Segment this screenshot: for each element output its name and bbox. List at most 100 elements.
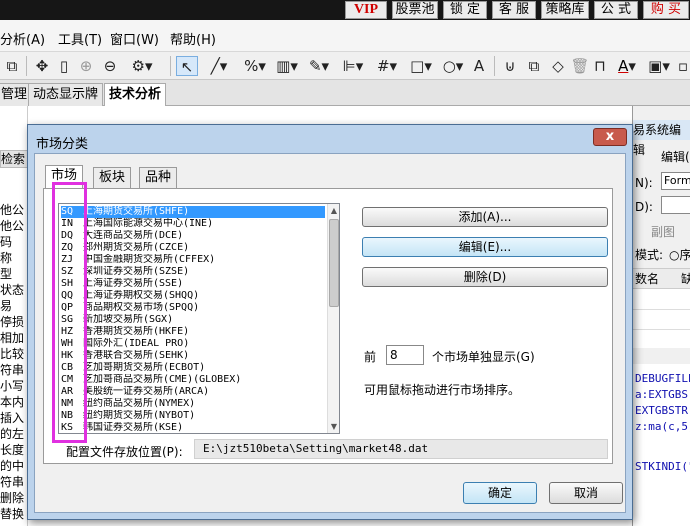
channel-tool-icon[interactable]: ⊫▾ — [340, 56, 366, 76]
magnet-icon[interactable]: ⊍ — [500, 56, 520, 76]
function-list-item[interactable]: 码 — [0, 233, 12, 250]
function-list-item[interactable]: 的左 — [0, 425, 24, 442]
scroll-up-icon[interactable]: ▲ — [328, 204, 339, 217]
bar-tool-icon[interactable]: ▥▾ — [274, 56, 300, 76]
list-item[interactable]: ZQ 郑州期货交易所(CZCE) — [61, 242, 325, 254]
list-item[interactable]: SH 上海证券交易所(SSE) — [61, 278, 325, 290]
close-button[interactable]: x — [593, 128, 627, 146]
list-item[interactable]: SG 新加坡交易所(SGX) — [61, 314, 325, 326]
lock-icon[interactable]: ⊓ — [590, 56, 610, 76]
delete-button[interactable]: 删除(D) — [362, 267, 608, 287]
list-item[interactable]: NB 纽约期货交易所(NYBOT) — [61, 410, 325, 422]
tab-dynamic-board[interactable]: 动态显示牌 — [28, 83, 104, 106]
add-button[interactable]: 添加(A)... — [362, 207, 608, 227]
scroll-thumb[interactable] — [329, 219, 339, 307]
function-list-item[interactable]: 符串 — [0, 473, 24, 490]
circle-tool-icon[interactable]: ○▾ — [440, 56, 466, 76]
menu-analysis[interactable]: 分析(A) — [0, 29, 45, 48]
list-item[interactable]: NM 纽约商品交易所(NYMEX) — [61, 398, 325, 410]
dialog-title: 市场分类 — [36, 137, 89, 152]
function-list-item[interactable]: 插入 — [0, 409, 24, 426]
list-item[interactable]: AR 美股统一证券交易所(ARCA) — [61, 386, 325, 398]
market-count-input[interactable]: 8 — [386, 345, 424, 365]
function-list-item[interactable]: 相加 — [0, 329, 24, 346]
list-item[interactable]: QQ 上海证券期权交易(SHQQ) — [61, 290, 325, 302]
function-list-item[interactable]: 型 — [0, 265, 12, 282]
tab-sector[interactable]: 板块 — [93, 167, 132, 188]
font-color-icon[interactable]: A▾ — [614, 56, 640, 76]
formula-button[interactable]: 公 式 — [594, 1, 638, 19]
function-list-item[interactable]: 他公 — [0, 201, 24, 218]
function-list-item[interactable]: 符串 — [0, 361, 24, 378]
search-tab[interactable]: 检索 — [0, 150, 28, 168]
function-list-item[interactable]: 替换 — [0, 505, 24, 522]
list-item[interactable]: HZ 香港期货交易所(HKFE) — [61, 326, 325, 338]
ruler-icon[interactable]: ▯ — [56, 56, 72, 76]
function-list-item[interactable]: 状态 — [0, 281, 24, 298]
count-prefix-label: 前 — [364, 350, 377, 364]
frame-icon[interactable]: ⧉ — [2, 56, 22, 76]
function-list-item[interactable]: 本内 — [0, 393, 24, 410]
function-list-item[interactable]: 小写 — [0, 377, 24, 394]
tab-technical-analysis[interactable]: 技术分析 — [104, 83, 167, 106]
function-list-item[interactable]: 易 — [0, 297, 12, 314]
mode-radio-option[interactable]: ○序 — [669, 246, 690, 263]
list-item[interactable]: SZ 深圳证券交易所(SZSE) — [61, 266, 325, 278]
code-line: DEBUGFILE — [635, 372, 690, 385]
more-icon[interactable]: ▫ — [676, 56, 690, 76]
list-item[interactable]: WH 国际外汇(IDEAL PRO) — [61, 338, 325, 350]
list-item[interactable]: DQ 大连商品交易所(DCE) — [61, 230, 325, 242]
count-suffix-label: 个市场单独显示(G) — [432, 350, 535, 364]
scroll-down-icon[interactable]: ▼ — [328, 420, 339, 433]
function-list-item[interactable]: 停损 — [0, 313, 24, 330]
pen-tool-icon[interactable]: ✎▾ — [306, 56, 332, 76]
function-list-item[interactable]: 删除 — [0, 489, 24, 506]
list-scrollbar[interactable]: ▲ ▼ — [327, 204, 339, 433]
percent-tool-icon[interactable]: %▾ — [242, 56, 268, 76]
menu-window[interactable]: 窗口(W) — [110, 29, 159, 48]
tab-variety[interactable]: 品种 — [139, 167, 178, 188]
stock-pool-button[interactable]: 股票池 — [392, 1, 438, 19]
ok-button[interactable]: 确定 — [463, 482, 537, 504]
formula-code-editor[interactable]: DEBUGFILE a:EXTGBS EXTGBSTR z:ma(c,5) ST… — [633, 364, 690, 526]
pointer-icon[interactable]: ↖ — [176, 56, 198, 76]
rectangle-tool-icon[interactable]: □▾ — [408, 56, 434, 76]
save-icon[interactable]: ▣▾ — [646, 56, 672, 76]
menu-tools[interactable]: 工具(T) — [58, 29, 102, 48]
settings-icon[interactable]: ⚙▾ — [128, 56, 156, 76]
list-item[interactable]: CM 芝加哥商品交易所(CME)(GLOBEX) — [61, 374, 325, 386]
buy-button[interactable]: 购 买 — [643, 1, 689, 19]
list-item[interactable]: ZJ 中国金融期货交易所(CFFEX) — [61, 254, 325, 266]
line-tool-icon[interactable]: ╱▾ — [206, 56, 232, 76]
list-item[interactable]: QP 商品期权交易市场(SPQQ) — [61, 302, 325, 314]
delete-icon[interactable]: 🗑 — [570, 56, 590, 76]
function-list-item[interactable]: 的中 — [0, 457, 24, 474]
lock-button[interactable]: 锁 定 — [443, 1, 487, 19]
zoom-out-icon[interactable]: ⊖ — [100, 56, 120, 76]
description-input[interactable] — [661, 196, 690, 214]
function-list-item[interactable]: 长度 — [0, 441, 24, 458]
sub-chart-option[interactable]: 副图 — [651, 223, 675, 240]
grid-tool-icon[interactable]: #▾ — [374, 56, 400, 76]
list-item[interactable]: HK 香港联合交易所(SEHK) — [61, 350, 325, 362]
list-item[interactable]: IN 上海国际能源交易中心(INE) — [61, 218, 325, 230]
list-item[interactable]: KS 韩国证券交易所(KSE) — [61, 422, 325, 433]
zoom-in-icon[interactable]: ⊕ — [76, 56, 96, 76]
list-item[interactable]: CB 芝加哥期货交易所(ECBOT) — [61, 362, 325, 374]
eraser-icon[interactable]: ◇ — [548, 56, 568, 76]
text-tool-icon[interactable]: A — [470, 56, 488, 76]
copy-icon[interactable]: ⧉ — [524, 56, 544, 76]
formula-name-input[interactable]: Formul — [661, 172, 690, 190]
cancel-button[interactable]: 取消 — [549, 482, 623, 504]
menu-help[interactable]: 帮助(H) — [170, 29, 216, 48]
move-icon[interactable]: ✥ — [32, 56, 52, 76]
vip-button[interactable]: VIP — [345, 1, 387, 19]
market-list[interactable]: SQ 上海期货交易所(SHFE) IN 上海国际能源交易中心(INE) DQ 大连商品… — [58, 203, 340, 434]
list-item[interactable]: SQ 上海期货交易所(SHFE) — [61, 206, 325, 218]
function-list-item[interactable]: 他公 — [0, 217, 24, 234]
service-button[interactable]: 客 服 — [492, 1, 536, 19]
strategy-library-button[interactable]: 策略库 — [541, 1, 589, 19]
edit-button[interactable]: 编辑(E)... — [362, 237, 608, 257]
function-list-item[interactable]: 比较 — [0, 345, 24, 362]
function-list-item[interactable]: 称 — [0, 249, 12, 266]
